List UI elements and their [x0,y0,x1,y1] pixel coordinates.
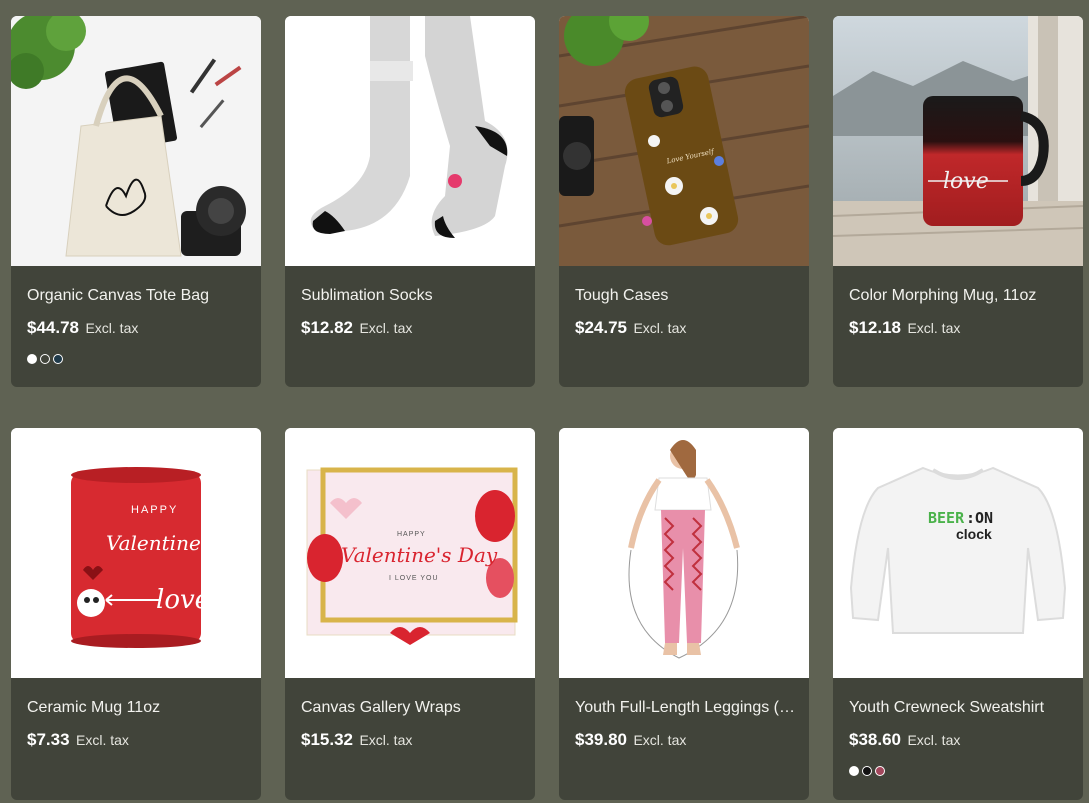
price-row: $38.60 Excl. tax [849,730,960,750]
price-row: $7.33 Excl. tax [27,730,129,750]
canvas-valentine: Valentine's Day [341,543,498,567]
product-price: $39.80 [575,730,627,749]
ceramic-love: love [156,585,210,615]
product-card-morph-mug[interactable]: love Color Morphing Mug, 11oz $12.18 Exc… [833,16,1083,387]
sweat-beer: BEER [928,509,965,527]
ceramic-happy: HAPPY [131,504,178,516]
product-title[interactable]: Canvas Gallery Wraps [301,699,461,717]
canvas-happy: HAPPY [397,531,426,538]
color-swatch[interactable] [27,354,37,364]
product-title[interactable]: Tough Cases [575,287,668,305]
product-image: Love Yourself [559,16,809,266]
product-image: love [833,16,1083,266]
color-swatch[interactable] [875,766,885,776]
product-image [559,428,809,678]
product-price: $24.75 [575,318,627,337]
tax-note: Excl. tax [359,320,413,336]
product-title[interactable]: Youth Crewneck Sweatshirt [849,699,1044,717]
product-title[interactable]: Organic Canvas Tote Bag [27,287,209,305]
color-swatch[interactable] [862,766,872,776]
sweat-clock: clock [956,526,992,542]
ceramic-valentines: Valentines [106,531,211,555]
tax-note: Excl. tax [907,320,961,336]
product-title[interactable]: Youth Full-Length Leggings (… [575,699,795,717]
product-title[interactable]: Ceramic Mug 11oz [27,699,160,717]
color-swatches [27,354,63,364]
tax-note: Excl. tax [359,732,413,748]
color-swatch[interactable] [40,354,50,364]
color-swatches [849,766,885,776]
product-price: $7.33 [27,730,70,749]
price-row: $12.82 Excl. tax [301,318,412,338]
product-card-socks[interactable]: Sublimation Socks $12.82 Excl. tax [285,16,535,387]
price-row: $12.18 Excl. tax [849,318,960,338]
product-image [11,16,261,266]
product-price: $15.32 [301,730,353,749]
tax-note: Excl. tax [76,732,129,748]
color-swatch[interactable] [53,354,63,364]
sweat-on: :ON [966,509,993,527]
product-card-leggings[interactable]: Youth Full-Length Leggings (… $39.80 Exc… [559,428,809,800]
product-title[interactable]: Sublimation Socks [301,287,433,305]
product-price: $12.82 [301,318,353,337]
tax-note: Excl. tax [907,732,961,748]
tax-note: Excl. tax [633,320,687,336]
tax-note: Excl. tax [85,320,139,336]
product-card-sweatshirt[interactable]: BEER :ON clock Youth Crewneck Sweatshirt… [833,428,1083,800]
product-image: HAPPY Valentines love [11,428,261,678]
price-row: $44.78 Excl. tax [27,318,138,338]
price-row: $15.32 Excl. tax [301,730,412,750]
product-title[interactable]: Color Morphing Mug, 11oz [849,287,1036,305]
product-card-cases[interactable]: Love Yourself Tough Cases $24.75 Excl. t… [559,16,809,387]
product-price: $44.78 [27,318,79,337]
product-card-ceramic-mug[interactable]: HAPPY Valentines love Ceramic Mug 11oz $… [11,428,261,800]
product-image [285,16,535,266]
canvas-iloveyou: I LOVE YOU [389,575,439,582]
product-image: HAPPY Valentine's Day I LOVE YOU [285,428,535,678]
product-card-canvas[interactable]: HAPPY Valentine's Day I LOVE YOU Canvas … [285,428,535,800]
price-row: $24.75 Excl. tax [575,318,686,338]
color-swatch[interactable] [849,766,859,776]
product-price: $38.60 [849,730,901,749]
price-row: $39.80 Excl. tax [575,730,686,750]
tax-note: Excl. tax [633,732,687,748]
product-price: $12.18 [849,318,901,337]
product-image: BEER :ON clock [833,428,1083,678]
product-card-tote[interactable]: Organic Canvas Tote Bag $44.78 Excl. tax [11,16,261,387]
